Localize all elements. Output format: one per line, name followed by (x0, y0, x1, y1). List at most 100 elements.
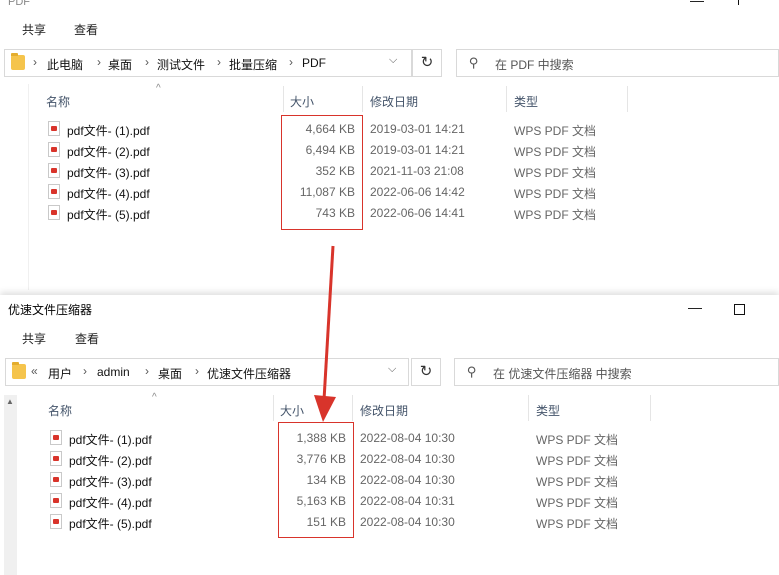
chevron-right-icon: › (97, 55, 101, 69)
ribbon: 共享 查看 (0, 14, 779, 42)
pdf-file-icon (50, 514, 62, 529)
breadcrumb-item[interactable]: admin (97, 365, 130, 379)
title-bar: PDF — (0, 0, 779, 14)
file-row[interactable]: pdf文件- (1).pdf 4,664 KB 2019-03-01 14:21… (0, 119, 779, 140)
file-type: WPS PDF 文档 (514, 124, 597, 138)
minimize-button[interactable]: — (690, 0, 704, 8)
pdf-file-icon (48, 142, 60, 157)
file-date: 2022-08-04 10:30 (360, 431, 455, 445)
column-header-name[interactable]: 名称 (48, 402, 72, 419)
minimize-button[interactable]: — (688, 299, 702, 315)
file-row[interactable]: pdf文件- (5).pdf 743 KB 2022-06-06 14:41 W… (0, 203, 779, 224)
file-date: 2019-03-01 14:21 (370, 122, 465, 136)
tab-share[interactable]: 共享 (22, 330, 46, 347)
tab-view[interactable]: 查看 (75, 330, 99, 347)
file-name: pdf文件- (3).pdf (69, 475, 152, 489)
search-input[interactable]: ⚲ 在 优速文件压缩器 中搜索 (454, 358, 779, 386)
file-row[interactable]: pdf文件- (4).pdf 11,087 KB 2022-06-06 14:4… (0, 182, 779, 203)
file-type: WPS PDF 文档 (514, 187, 597, 201)
window-title: 优速文件压缩器 (8, 303, 93, 317)
file-row[interactable]: pdf文件- (3).pdf 134 KB 2022-08-04 10:30 W… (0, 470, 779, 491)
sort-up-icon: ^ (156, 83, 161, 94)
chevron-right-icon: › (145, 55, 149, 69)
window-title: PDF (8, 0, 30, 8)
file-row[interactable]: pdf文件- (5).pdf 151 KB 2022-08-04 10:30 W… (0, 512, 779, 533)
file-type: WPS PDF 文档 (514, 145, 597, 159)
address-bar[interactable]: › 此电脑 › 桌面 › 测试文件 › 批量压缩 › PDF ⌵ (4, 49, 412, 77)
column-divider[interactable] (528, 395, 529, 421)
file-row[interactable]: pdf文件- (3).pdf 352 KB 2021-11-03 21:08 W… (0, 161, 779, 182)
file-row[interactable]: pdf文件- (1).pdf 1,388 KB 2022-08-04 10:30… (0, 428, 779, 449)
breadcrumb-item[interactable]: 桌面 (158, 365, 182, 382)
title-bar: 优速文件压缩器 — (0, 295, 779, 323)
column-header-type[interactable]: 类型 (536, 402, 560, 419)
refresh-button[interactable]: ↻ (411, 358, 441, 386)
file-date: 2022-06-06 14:41 (370, 206, 465, 220)
breadcrumb-item[interactable]: 优速文件压缩器 (207, 365, 291, 382)
pdf-file-icon (50, 451, 62, 466)
pdf-file-icon (48, 205, 60, 220)
column-divider[interactable] (650, 395, 651, 421)
breadcrumb-item[interactable]: 用户 (48, 365, 72, 382)
search-icon: ⚲ (467, 364, 477, 379)
refresh-button[interactable]: ↻ (412, 49, 442, 77)
column-header-date[interactable]: 修改日期 (360, 402, 408, 419)
chevron-right-icon: › (289, 55, 293, 69)
column-header-date[interactable]: 修改日期 (370, 93, 418, 110)
breadcrumb-item[interactable]: 测试文件 (157, 56, 205, 73)
file-row[interactable]: pdf文件- (2).pdf 6,494 KB 2019-03-01 14:21… (0, 140, 779, 161)
overflow-chevron-icon[interactable]: « (31, 364, 38, 378)
pdf-file-icon (50, 472, 62, 487)
pdf-file-icon (48, 184, 60, 199)
file-name: pdf文件- (2).pdf (69, 454, 152, 468)
explorer-window-compressed: 优速文件压缩器 — 共享 查看 « 用户 › admin › 桌面 › 优速文件… (0, 295, 779, 575)
size-highlight-box (281, 115, 363, 230)
ribbon: 共享 查看 (0, 325, 779, 353)
column-divider[interactable] (283, 86, 284, 112)
chevron-right-icon: › (83, 364, 87, 378)
chevron-right-icon: › (217, 55, 221, 69)
arrow-head (314, 395, 336, 422)
file-type: WPS PDF 文档 (536, 475, 619, 489)
chevron-down-icon[interactable]: ⌵ (388, 363, 396, 376)
column-header-size[interactable]: 大小 (290, 93, 314, 110)
column-divider[interactable] (627, 86, 628, 112)
breadcrumb-item[interactable]: 此电脑 (47, 56, 83, 73)
column-header-name[interactable]: 名称 (46, 93, 70, 110)
tab-view[interactable]: 查看 (74, 21, 98, 38)
file-date: 2022-08-04 10:30 (360, 515, 455, 529)
file-date: 2022-08-04 10:30 (360, 473, 455, 487)
file-date: 2022-06-06 14:42 (370, 185, 465, 199)
file-type: WPS PDF 文档 (514, 166, 597, 180)
scroll-up-icon[interactable]: ▲ (6, 397, 14, 406)
pdf-file-icon (48, 163, 60, 178)
search-input[interactable]: ⚲ 在 PDF 中搜索 (456, 49, 779, 77)
maximize-button[interactable] (734, 304, 745, 315)
file-type: WPS PDF 文档 (536, 517, 619, 531)
file-name: pdf文件- (2).pdf (67, 145, 150, 159)
column-header-type[interactable]: 类型 (514, 93, 538, 110)
chevron-down-icon[interactable]: ⌵ (389, 54, 397, 67)
pdf-file-icon (48, 121, 60, 136)
maximize-button[interactable] (738, 0, 739, 5)
chevron-right-icon: › (33, 55, 37, 69)
column-divider[interactable] (362, 86, 363, 112)
file-type: WPS PDF 文档 (514, 208, 597, 222)
search-icon: ⚲ (469, 55, 479, 70)
column-divider[interactable] (273, 395, 274, 421)
tab-share[interactable]: 共享 (22, 21, 46, 38)
refresh-icon: ↻ (420, 54, 434, 71)
search-placeholder: 在 优速文件压缩器 中搜索 (493, 367, 632, 381)
folder-icon (11, 53, 25, 70)
file-row[interactable]: pdf文件- (2).pdf 3,776 KB 2022-08-04 10:30… (0, 449, 779, 470)
refresh-icon: ↻ (419, 363, 433, 380)
file-type: WPS PDF 文档 (536, 454, 619, 468)
breadcrumb-item[interactable]: 桌面 (108, 56, 132, 73)
breadcrumb-item[interactable]: 批量压缩 (229, 56, 277, 73)
file-row[interactable]: pdf文件- (4).pdf 5,163 KB 2022-08-04 10:31… (0, 491, 779, 512)
arrow-shaft (322, 245, 335, 401)
chevron-right-icon: › (195, 364, 199, 378)
file-name: pdf文件- (4).pdf (69, 496, 152, 510)
breadcrumb-item[interactable]: PDF (302, 56, 326, 70)
column-divider[interactable] (506, 86, 507, 112)
